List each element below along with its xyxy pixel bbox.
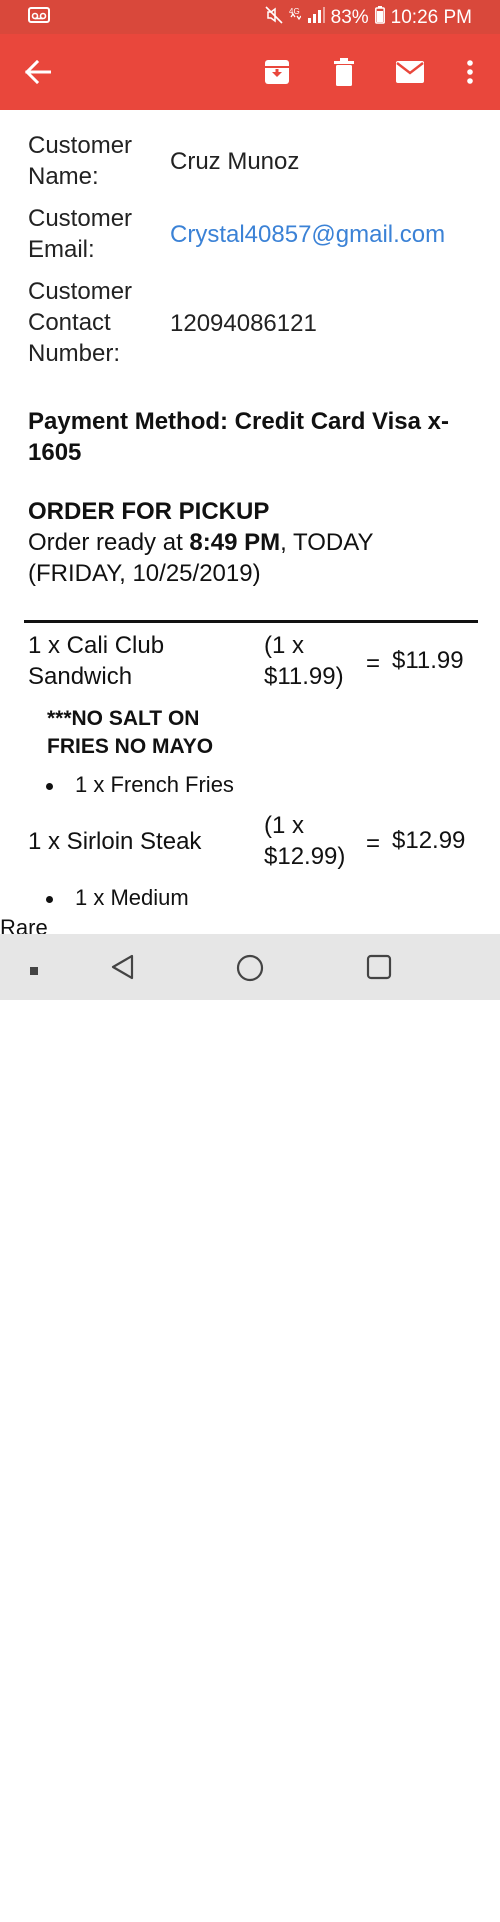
order-date: (FRIDAY, 10/25/2019) bbox=[28, 560, 261, 587]
item-price: $11.99 bbox=[392, 647, 464, 674]
payment-method: Payment Method: Credit Card Visa x- 1605 bbox=[28, 408, 449, 466]
item-calc: (1 x $11.99) bbox=[264, 632, 344, 690]
back-arrow-icon[interactable] bbox=[20, 54, 56, 90]
order-heading: ORDER FOR PICKUP bbox=[28, 498, 270, 525]
voicemail-icon bbox=[28, 7, 50, 30]
customer-contact-value[interactable]: 12094086121 bbox=[170, 308, 317, 339]
customer-email-link[interactable]: Crystal40857@gmail.com bbox=[170, 219, 445, 250]
home-nav-icon[interactable] bbox=[236, 954, 264, 987]
bullet-dot bbox=[46, 782, 53, 790]
signal-icon bbox=[307, 6, 325, 30]
customer-email-label: Customer Email: bbox=[28, 205, 133, 263]
clock: 10:26 PM bbox=[390, 7, 472, 28]
order-ready-time: 8:49 PM bbox=[189, 529, 281, 556]
item-equals: = bbox=[366, 830, 381, 857]
customer-name-label: Customer Name: bbox=[28, 132, 133, 190]
status-bar: 4G 83% 10:26 PM bbox=[0, 0, 500, 34]
item-name: 1 x Sirloin Steak bbox=[28, 828, 202, 855]
delete-icon[interactable] bbox=[326, 54, 362, 90]
recents-nav-icon[interactable] bbox=[366, 954, 392, 985]
watermark-small: SOLVING SINCE 2004 bbox=[388, 1894, 444, 1916]
customer-name-value: Cruz Munoz bbox=[170, 148, 300, 175]
data-icon: 4G bbox=[289, 5, 302, 31]
app-toolbar bbox=[0, 34, 500, 110]
watermark-line2: BOARD bbox=[282, 1894, 375, 1921]
battery-percent: 83% bbox=[330, 7, 369, 28]
divider bbox=[24, 620, 478, 623]
item-calc: (1 x $12.99) bbox=[264, 812, 346, 870]
nav-dot-icon bbox=[30, 962, 38, 980]
navigation-bar: COMPLAINTS BOARD SOLVING SINCE 2004 bbox=[0, 934, 500, 1921]
mute-icon bbox=[265, 6, 283, 30]
item-price: $12.99 bbox=[392, 827, 466, 854]
svg-text:4G: 4G bbox=[289, 7, 300, 16]
mail-icon[interactable] bbox=[392, 54, 428, 90]
item-note: ***NO SALT ON FRIES NO MAYO bbox=[47, 707, 214, 758]
email-body: Customer Name: Cruz Munoz Customer Email… bbox=[0, 110, 500, 934]
customer-contact-label: Customer Contact Number: bbox=[28, 278, 133, 367]
item-name: 1 x Cali Club Sandwich bbox=[28, 632, 165, 690]
item-equals: = bbox=[366, 650, 381, 677]
item-sub-bullet: 1 x Medium Rare bbox=[0, 885, 189, 934]
back-nav-icon[interactable] bbox=[110, 954, 134, 985]
bullet-dot bbox=[46, 895, 53, 903]
battery-icon bbox=[374, 6, 385, 30]
more-vert-icon[interactable] bbox=[452, 54, 488, 90]
item-sub-bullet: 1 x French Fries bbox=[46, 770, 234, 800]
order-ready-line: Order ready at 8:49 PM, TODAY bbox=[28, 529, 374, 556]
watermark-logo-icon bbox=[238, 1874, 274, 1914]
archive-icon[interactable] bbox=[259, 54, 295, 90]
